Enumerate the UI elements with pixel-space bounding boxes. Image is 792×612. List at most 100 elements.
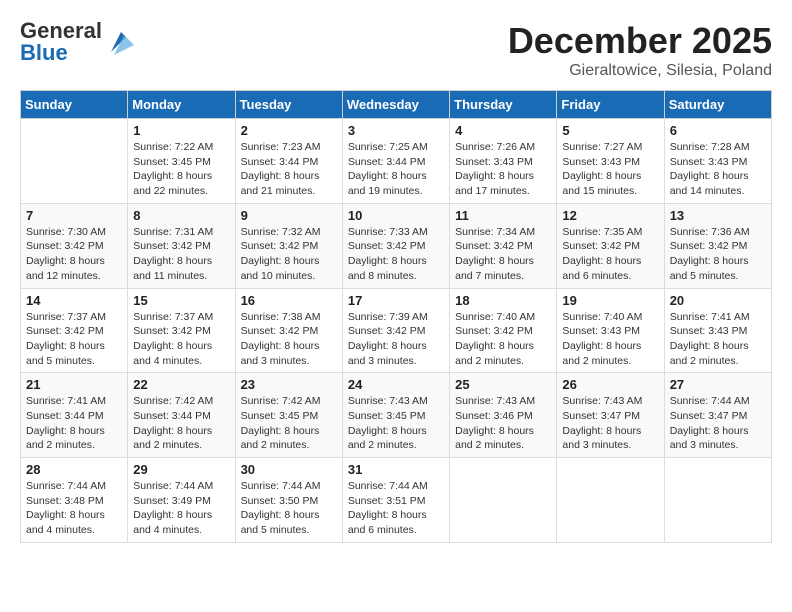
calendar-body: 1 Sunrise: 7:22 AMSunset: 3:45 PMDaylight… [21,119,772,543]
calendar-header-day: Friday [557,91,664,119]
day-number: 2 [241,123,337,138]
calendar-week-row: 7Sunrise: 7:30 AMSunset: 3:42 PMDaylight… [21,203,772,288]
calendar-cell: 2 Sunrise: 7:23 AMSunset: 3:44 PMDaylight… [235,119,342,204]
day-info: Sunrise: 7:39 AMSunset: 3:42 PMDaylight:… [348,310,444,369]
day-number: 5 [562,123,658,138]
day-info: Sunrise: 7:42 AMSunset: 3:44 PMDaylight:… [133,394,229,453]
page-header: General Blue December 2025 Gieraltowice,… [20,20,772,80]
day-number: 15 [133,293,229,308]
day-number: 17 [348,293,444,308]
calendar-cell: 31 Sunrise: 7:44 AMSunset: 3:51 PMDayligh… [342,458,449,543]
day-info: Sunrise: 7:22 AMSunset: 3:45 PMDaylight:… [133,140,229,199]
calendar-header-day: Tuesday [235,91,342,119]
day-info: Sunrise: 7:44 AMSunset: 3:49 PMDaylight:… [133,479,229,538]
day-info: Sunrise: 7:26 AMSunset: 3:43 PMDaylight:… [455,140,551,199]
day-number: 9 [241,208,337,223]
day-info: Sunrise: 7:43 AMSunset: 3:47 PMDaylight:… [562,394,658,453]
day-info: Sunrise: 7:44 AMSunset: 3:48 PMDaylight:… [26,479,122,538]
day-number: 22 [133,377,229,392]
calendar-week-row: 14 Sunrise: 7:37 AMSunset: 3:42 PMDayligh… [21,288,772,373]
calendar-header-row: SundayMondayTuesdayWednesdayThursdayFrid… [21,91,772,119]
day-info: Sunrise: 7:38 AMSunset: 3:42 PMDaylight:… [241,310,337,369]
calendar-cell [21,119,128,204]
day-info: Sunrise: 7:25 AMSunset: 3:44 PMDaylight:… [348,140,444,199]
day-number: 10 [348,208,444,223]
day-number: 28 [26,462,122,477]
day-number: 27 [670,377,766,392]
day-info: Sunrise: 7:32 AMSunset: 3:42 PMDaylight:… [241,225,337,284]
day-info: Sunrise: 7:35 AMSunset: 3:42 PMDaylight:… [562,225,658,284]
day-info: Sunrise: 7:37 AMSunset: 3:42 PMDaylight:… [133,310,229,369]
calendar-cell: 9 Sunrise: 7:32 AMSunset: 3:42 PMDaylight… [235,203,342,288]
day-info: Sunrise: 7:30 AMSunset: 3:42 PMDaylight:… [26,225,122,284]
logo-blue: Blue [20,42,102,64]
day-info: Sunrise: 7:44 AMSunset: 3:50 PMDaylight:… [241,479,337,538]
calendar-cell: 16 Sunrise: 7:38 AMSunset: 3:42 PMDayligh… [235,288,342,373]
day-number: 12 [562,208,658,223]
calendar-cell: 18Sunrise: 7:40 AMSunset: 3:42 PMDayligh… [450,288,557,373]
calendar-cell: 23Sunrise: 7:42 AMSunset: 3:45 PMDayligh… [235,373,342,458]
day-number: 11 [455,208,551,223]
calendar-cell: 17 Sunrise: 7:39 AMSunset: 3:42 PMDayligh… [342,288,449,373]
day-number: 19 [562,293,658,308]
day-number: 31 [348,462,444,477]
calendar-cell: 12 Sunrise: 7:35 AMSunset: 3:42 PMDayligh… [557,203,664,288]
day-info: Sunrise: 7:41 AMSunset: 3:44 PMDaylight:… [26,394,122,453]
calendar-cell: 25 Sunrise: 7:43 AMSunset: 3:46 PMDayligh… [450,373,557,458]
calendar-header-day: Sunday [21,91,128,119]
logo-icon [106,27,136,57]
calendar-cell: 3 Sunrise: 7:25 AMSunset: 3:44 PMDaylight… [342,119,449,204]
day-info: Sunrise: 7:44 AMSunset: 3:51 PMDaylight:… [348,479,444,538]
location: Gieraltowice, Silesia, Poland [508,62,772,80]
calendar-week-row: 1 Sunrise: 7:22 AMSunset: 3:45 PMDaylight… [21,119,772,204]
calendar-cell: 29 Sunrise: 7:44 AMSunset: 3:49 PMDayligh… [128,458,235,543]
calendar-cell: 4Sunrise: 7:26 AMSunset: 3:43 PMDaylight… [450,119,557,204]
day-number: 29 [133,462,229,477]
day-info: Sunrise: 7:43 AMSunset: 3:46 PMDaylight:… [455,394,551,453]
day-number: 8 [133,208,229,223]
day-number: 21 [26,377,122,392]
calendar-cell: 5Sunrise: 7:27 AMSunset: 3:43 PMDaylight… [557,119,664,204]
day-info: Sunrise: 7:40 AMSunset: 3:43 PMDaylight:… [562,310,658,369]
day-info: Sunrise: 7:43 AMSunset: 3:45 PMDaylight:… [348,394,444,453]
calendar-cell: 22 Sunrise: 7:42 AMSunset: 3:44 PMDayligh… [128,373,235,458]
logo: General Blue [20,20,136,64]
calendar-cell: 20 Sunrise: 7:41 AMSunset: 3:43 PMDayligh… [664,288,771,373]
day-number: 16 [241,293,337,308]
day-number: 3 [348,123,444,138]
day-number: 6 [670,123,766,138]
day-info: Sunrise: 7:44 AMSunset: 3:47 PMDaylight:… [670,394,766,453]
day-number: 14 [26,293,122,308]
day-info: Sunrise: 7:41 AMSunset: 3:43 PMDaylight:… [670,310,766,369]
day-info: Sunrise: 7:23 AMSunset: 3:44 PMDaylight:… [241,140,337,199]
day-number: 26 [562,377,658,392]
day-info: Sunrise: 7:33 AMSunset: 3:42 PMDaylight:… [348,225,444,284]
day-info: Sunrise: 7:28 AMSunset: 3:43 PMDaylight:… [670,140,766,199]
calendar-header-day: Monday [128,91,235,119]
day-number: 20 [670,293,766,308]
day-info: Sunrise: 7:34 AMSunset: 3:42 PMDaylight:… [455,225,551,284]
calendar-cell: 6 Sunrise: 7:28 AMSunset: 3:43 PMDaylight… [664,119,771,204]
calendar-cell [450,458,557,543]
day-info: Sunrise: 7:31 AMSunset: 3:42 PMDaylight:… [133,225,229,284]
day-number: 30 [241,462,337,477]
title-block: December 2025 Gieraltowice, Silesia, Pol… [508,20,772,80]
calendar-cell: 28 Sunrise: 7:44 AMSunset: 3:48 PMDayligh… [21,458,128,543]
calendar-header-day: Thursday [450,91,557,119]
calendar-header-day: Wednesday [342,91,449,119]
day-info: Sunrise: 7:36 AMSunset: 3:42 PMDaylight:… [670,225,766,284]
day-number: 25 [455,377,551,392]
calendar-header-day: Saturday [664,91,771,119]
calendar-cell: 14Sunrise: 7:37 AMSunset: 3:42 PMDayligh… [21,288,128,373]
calendar-cell [557,458,664,543]
calendar-week-row: 28 Sunrise: 7:44 AMSunset: 3:48 PMDayligh… [21,458,772,543]
calendar-table: SundayMondayTuesdayWednesdayThursdayFrid… [20,90,772,543]
calendar-cell: 11 Sunrise: 7:34 AMSunset: 3:42 PMDayligh… [450,203,557,288]
month-title: December 2025 [508,20,772,62]
calendar-cell: 26 Sunrise: 7:43 AMSunset: 3:47 PMDayligh… [557,373,664,458]
day-number: 1 [133,123,229,138]
day-number: 18 [455,293,551,308]
day-info: Sunrise: 7:42 AMSunset: 3:45 PMDaylight:… [241,394,337,453]
calendar-cell: 10 Sunrise: 7:33 AMSunset: 3:42 PMDayligh… [342,203,449,288]
calendar-cell: 19 Sunrise: 7:40 AMSunset: 3:43 PMDayligh… [557,288,664,373]
